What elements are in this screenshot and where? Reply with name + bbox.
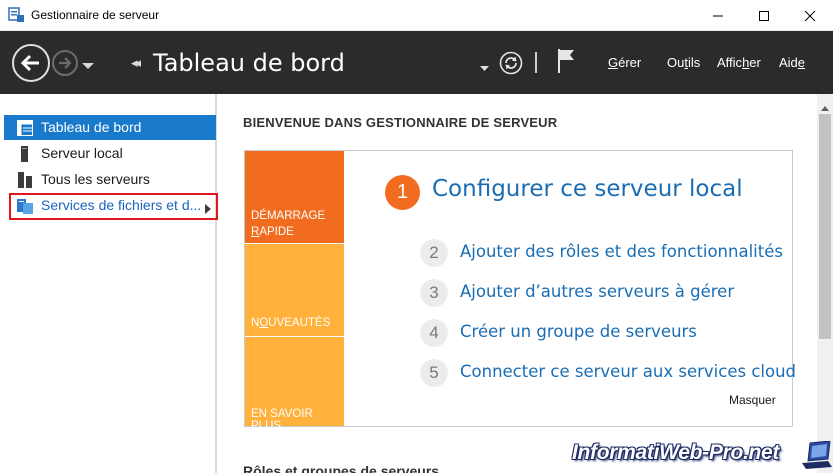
- menu-view[interactable]: Afficher: [717, 55, 761, 70]
- quick-start-panel: DÉMARRAGE RAPIDE NOUVEAUTÉS EN SAVOIR PL…: [244, 150, 796, 432]
- sidebar-item-local-server[interactable]: Serveur local: [4, 141, 216, 166]
- hide-button[interactable]: Masquer: [729, 393, 776, 407]
- close-icon: [804, 10, 816, 21]
- minimize-icon: [713, 15, 723, 16]
- highlight-annotation-box: [9, 193, 218, 220]
- sidebar-item-dashboard[interactable]: Tableau de bord: [4, 115, 216, 140]
- tile-learn-more[interactable]: EN SAVOIR PLUS: [245, 337, 344, 432]
- step-configure-local-server-link[interactable]: Configurer ce serveur local: [432, 176, 743, 202]
- step-2-badge: 2: [420, 239, 448, 267]
- tile-learn-more-label: EN SAVOIR PLUS: [251, 408, 344, 432]
- step-4-badge: 4: [420, 319, 448, 347]
- tile-quick-start-line2: APIDE: [259, 226, 294, 238]
- close-button[interactable]: [787, 0, 833, 31]
- step-connect-cloud-link[interactable]: Connecter ce serveur aux services cloud: [460, 362, 796, 381]
- server-manager-app-icon: [8, 7, 25, 23]
- menu-manage-accesskey: G: [608, 55, 619, 70]
- roles-heading: Rôles et groupes de serveurs: [243, 463, 440, 473]
- sidebar-item-label: Tableau de bord: [41, 119, 142, 135]
- tile-learn-more-end: US: [265, 420, 282, 432]
- sidebar-item-all-servers[interactable]: Tous les serveurs: [4, 167, 216, 192]
- menu-manage[interactable]: Gérer: [608, 55, 641, 70]
- title-bar: Gestionnaire de serveur: [0, 0, 833, 31]
- tile-whats-new-end: UVEAUTÉS: [268, 317, 331, 329]
- step-1-badge: 1: [385, 175, 420, 210]
- tile-whats-new-accesskey: O: [259, 317, 269, 329]
- menu-help[interactable]: Aide: [779, 55, 805, 70]
- window-title: Gestionnaire de serveur: [31, 8, 160, 22]
- maximize-button[interactable]: [741, 0, 787, 31]
- step-create-group-link[interactable]: Créer un groupe de serveurs: [460, 322, 697, 341]
- menu-manage-label: érer: [618, 55, 642, 70]
- tile-quick-start[interactable]: DÉMARRAGE RAPIDE: [245, 151, 344, 243]
- minimize-button[interactable]: [695, 0, 741, 31]
- menu-help-label-start: Aid: [779, 55, 798, 70]
- vertical-scrollbar[interactable]: [817, 94, 833, 473]
- dashboard-icon: [17, 120, 33, 136]
- arrow-left-icon: [20, 54, 39, 72]
- notifications-flag-icon[interactable]: [557, 48, 575, 79]
- servers-icon: [17, 172, 33, 188]
- menu-tools-label-end: ils: [687, 55, 701, 70]
- caret-down-icon: [82, 63, 94, 69]
- tile-quick-start-line1: DÉMARRAGE: [251, 210, 326, 222]
- menu-view-label-start: Affic: [717, 55, 743, 70]
- menu-tools-label-start: Ou: [667, 55, 685, 70]
- toolbar-dropdown[interactable]: [480, 59, 489, 77]
- page-title: Tableau de bord: [153, 49, 345, 77]
- laptop-logo-icon: [802, 440, 832, 473]
- step-add-servers-link[interactable]: Ajouter d’autres serveurs à gérer: [460, 282, 734, 301]
- step-5-badge: 5: [420, 359, 448, 387]
- toolbar-separator: [535, 52, 537, 73]
- breadcrumb-arrows-icon: ◂◂: [131, 55, 141, 70]
- main-content: BIENVENUE DANS GESTIONNAIRE DE SERVEUR D…: [219, 94, 817, 473]
- back-button[interactable]: [12, 44, 50, 82]
- menu-tools[interactable]: Outils: [667, 55, 700, 70]
- server-icon: [17, 146, 33, 162]
- scrollbar-thumb[interactable]: [819, 114, 831, 339]
- watermark: InformatiWeb-Pro.net: [572, 441, 780, 464]
- maximize-icon: [759, 10, 769, 21]
- sidebar: Tableau de bord Serveur local Tous les s…: [0, 94, 217, 473]
- sidebar-item-label: Serveur local: [41, 145, 123, 161]
- arrow-right-icon: [59, 57, 72, 69]
- step-add-roles-link[interactable]: Ajouter des rôles et des fonctionnalités: [460, 242, 783, 261]
- forward-button[interactable]: [52, 50, 78, 76]
- menu-view-label-end: er: [749, 55, 761, 70]
- menu-help-accesskey: e: [797, 55, 806, 70]
- welcome-heading: BIENVENUE DANS GESTIONNAIRE DE SERVEUR: [243, 115, 558, 130]
- history-dropdown[interactable]: [82, 57, 94, 75]
- tile-quick-start-label: DÉMARRAGE RAPIDE: [251, 208, 325, 240]
- refresh-icon[interactable]: [499, 51, 523, 75]
- sidebar-item-label: Tous les serveurs: [41, 171, 150, 187]
- step-3-badge: 3: [420, 279, 448, 307]
- caret-down-icon: [480, 66, 489, 71]
- tile-whats-new-label: NOUVEAUTÉS: [251, 317, 330, 329]
- tile-whats-new[interactable]: NOUVEAUTÉS: [245, 244, 344, 336]
- toolbar: ◂◂ Tableau de bord Gérer Outils Afficher…: [0, 31, 833, 94]
